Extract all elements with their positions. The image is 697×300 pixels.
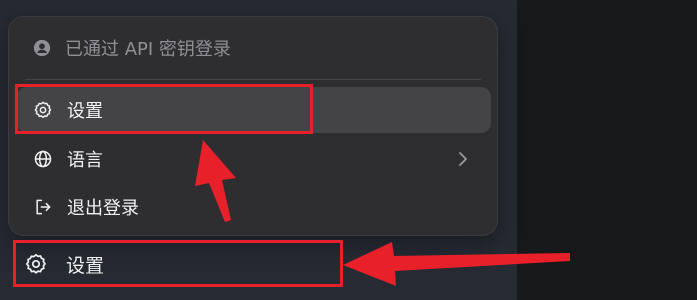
chevron-right-icon — [459, 152, 467, 166]
menu-item-logout[interactable]: 退出登录 — [17, 184, 491, 230]
globe-icon — [34, 150, 52, 168]
menu-item-settings-label: 设置 — [67, 101, 103, 122]
content-pane — [517, 0, 697, 300]
login-status: 已通过 API 密钥登录 — [9, 17, 497, 79]
logout-icon — [36, 199, 51, 215]
user-circle-icon — [33, 39, 51, 57]
menu-item-logout-label: 退出登录 — [67, 198, 139, 219]
gear-icon — [34, 101, 52, 119]
account-menu: 已通过 API 密钥登录 设置 语言 退出登录 — [8, 16, 498, 236]
menu-item-settings[interactable]: 设置 — [17, 87, 491, 133]
menu-item-language-label: 语言 — [67, 150, 103, 171]
login-status-label: 已通过 API 密钥登录 — [65, 39, 231, 60]
sidebar-settings-label: 设置 — [66, 254, 105, 277]
menu-divider — [25, 79, 481, 80]
sidebar-settings-button[interactable]: 设置 — [16, 243, 342, 285]
menu-item-language[interactable]: 语言 — [17, 136, 491, 182]
gear-icon — [25, 253, 46, 274]
